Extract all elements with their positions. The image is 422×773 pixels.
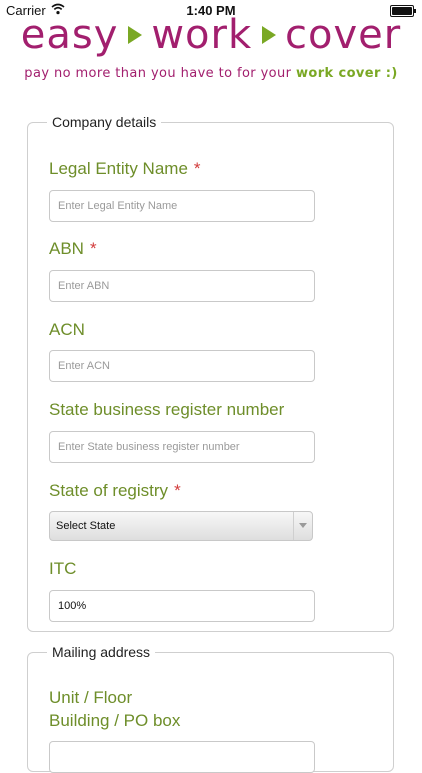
legal-entity-label: Legal Entity Name * (49, 159, 201, 178)
state-register-input[interactable]: Enter State business register number (49, 431, 315, 463)
logo-arrow-icon (261, 26, 276, 44)
legal-entity-input[interactable]: Enter Legal Entity Name (49, 190, 315, 222)
logo-word-work: work (151, 12, 253, 58)
itc-input[interactable]: 100% (49, 590, 315, 622)
section-legend: Mailing address (47, 644, 156, 660)
logo-word-easy: easy (20, 12, 119, 58)
mailing-address-section: Mailing address Unit / Floor Building / … (27, 644, 394, 773)
tagline: pay no more than you have to for your wo… (0, 66, 422, 81)
unit-floor-label: Unit / Floor (49, 688, 133, 707)
section-legend: Company details (47, 114, 162, 130)
state-register-label: State business register number (49, 400, 285, 419)
unit-floor-input[interactable] (49, 741, 315, 773)
state-select-value: Select State (56, 520, 116, 532)
state-select[interactable]: Select State (49, 511, 313, 541)
logo-arrow-icon (127, 26, 142, 44)
logo-word-cover: cover (285, 12, 402, 58)
chevron-down-icon (293, 512, 312, 540)
itc-label: ITC (49, 559, 77, 578)
required-mark: * (89, 239, 97, 258)
app-logo: easy work cover (0, 12, 422, 64)
state-registry-label: State of registry * (49, 481, 181, 500)
tagline-text: pay no more than you have to for your (24, 66, 296, 81)
acn-input[interactable]: Enter ACN (49, 350, 315, 382)
company-details-section: Company details Legal Entity Name * Enter… (27, 114, 394, 632)
required-mark: * (193, 159, 201, 178)
required-mark: * (174, 481, 181, 500)
acn-label: ACN (49, 320, 85, 339)
abn-label: ABN * (49, 239, 97, 258)
building-po-label: Building / PO box (49, 711, 181, 730)
abn-input[interactable]: Enter ABN (49, 270, 315, 302)
tagline-emphasis: work cover :) (295, 66, 398, 81)
